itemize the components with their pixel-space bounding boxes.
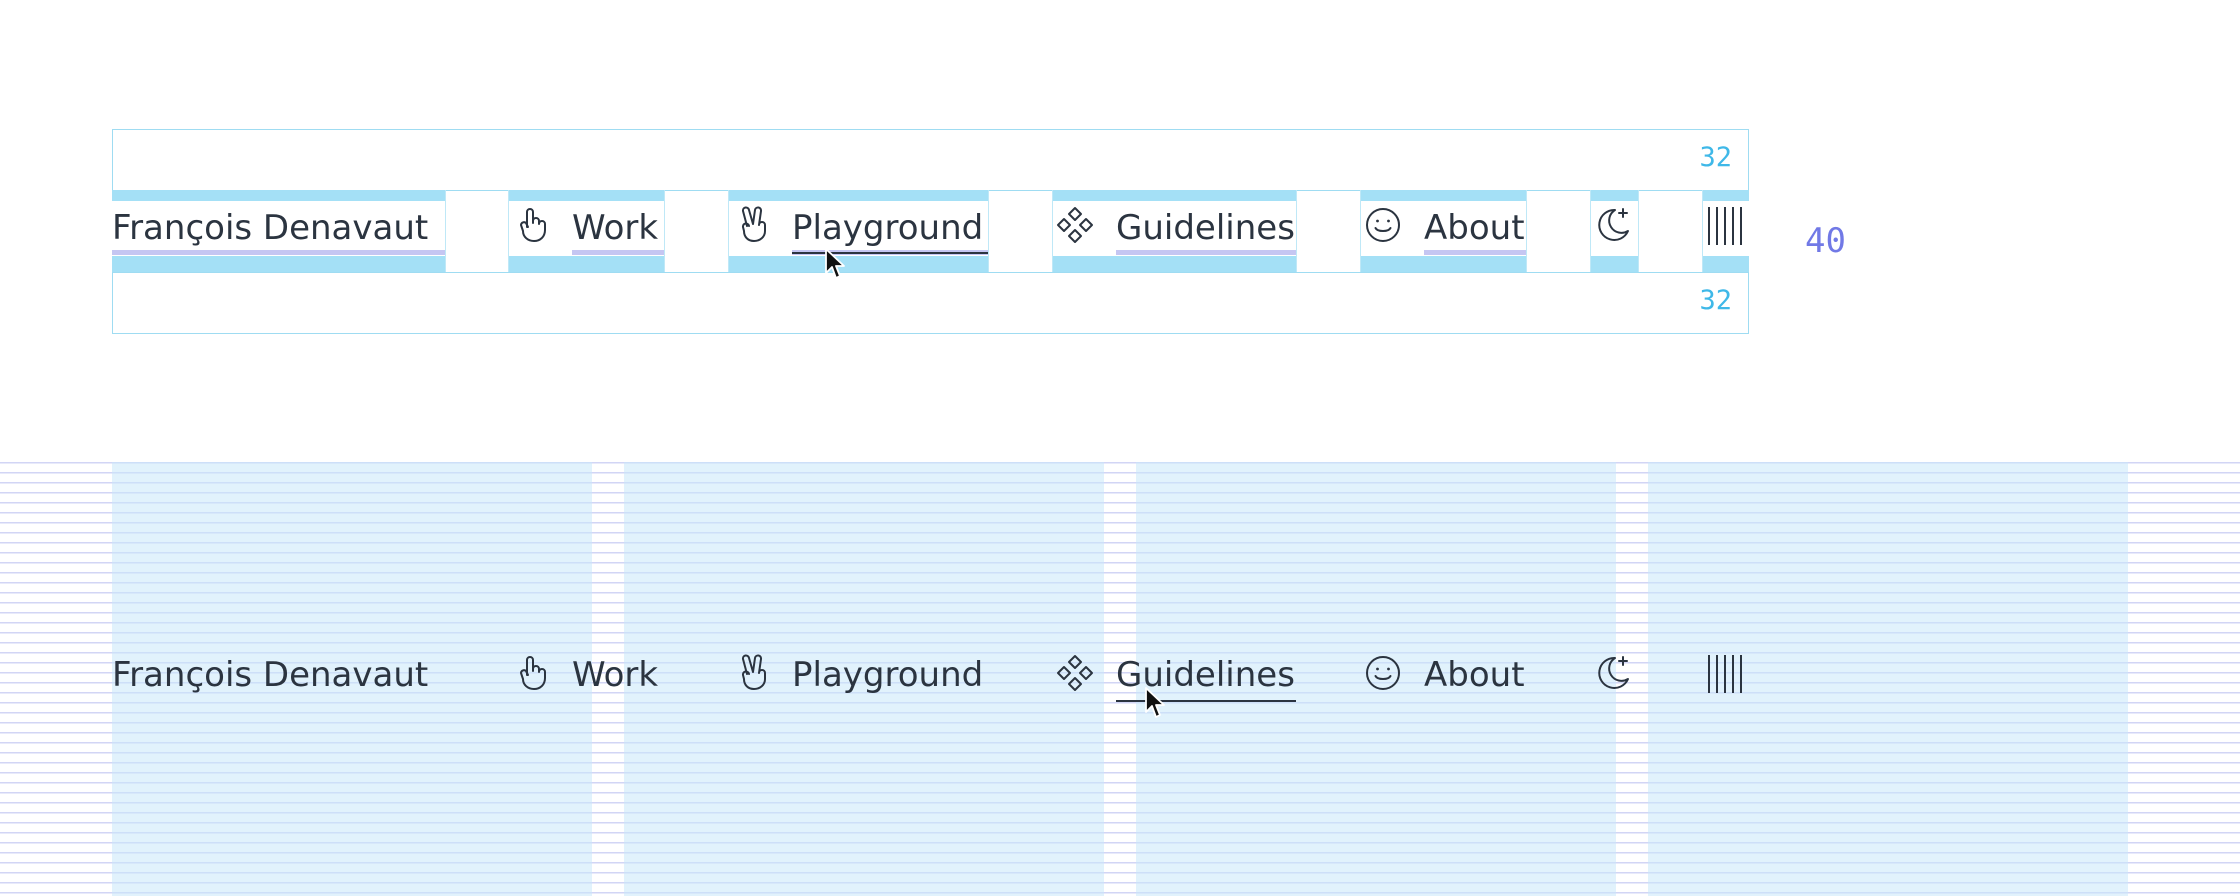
spacing-band <box>1702 256 1749 272</box>
hover-underline <box>792 252 988 254</box>
spacing-band <box>1590 190 1638 201</box>
gap-marker <box>1702 190 1703 272</box>
nav-item-about[interactable]: About <box>1424 655 1525 695</box>
barcode-lines-icon[interactable] <box>1706 205 1746 245</box>
hand-pointing-icon <box>513 653 553 693</box>
moon-plus-icon[interactable] <box>1594 653 1634 693</box>
spacing-band <box>1702 190 1749 201</box>
nav-item-about[interactable]: About <box>1424 208 1525 248</box>
nav-item-work[interactable]: Work <box>572 208 658 248</box>
spacing-band <box>1360 256 1526 272</box>
spacing-band <box>112 190 445 201</box>
brand-link[interactable]: François Denavaut <box>112 655 428 695</box>
spacing-band <box>1052 190 1296 201</box>
gap-marker <box>1526 190 1527 272</box>
spacing-band <box>508 256 664 272</box>
spacing-band <box>112 256 445 272</box>
mouse-cursor <box>825 248 845 279</box>
underline-spacing <box>112 250 445 255</box>
spacing-band <box>728 256 988 272</box>
gap-marker <box>664 190 665 272</box>
hand-peace-icon <box>733 653 773 693</box>
gap-marker <box>445 190 446 272</box>
hover-underline <box>1116 700 1296 702</box>
gap-marker <box>1296 190 1297 272</box>
gap-marker <box>508 190 509 272</box>
padding-bottom-value: 32 <box>1699 285 1732 316</box>
spacing-band <box>1052 256 1296 272</box>
padding-top-value: 32 <box>1699 142 1732 173</box>
gap-marker <box>728 190 729 272</box>
smiley-icon <box>1363 653 1403 693</box>
hand-pointing-icon <box>513 205 553 245</box>
gap-marker <box>988 190 989 272</box>
component-diamonds-icon <box>1055 653 1095 693</box>
gap-marker <box>1360 190 1361 272</box>
underline-spacing <box>1116 250 1296 255</box>
padding-bottom-box: 32 <box>112 272 1749 334</box>
spacing-band <box>1360 190 1526 201</box>
nav-item-guidelines[interactable]: Guidelines <box>1116 208 1295 248</box>
spacing-band <box>1590 256 1638 272</box>
nav-height-value: 40 <box>1805 221 1846 261</box>
nav-item-playground[interactable]: Playground <box>792 655 983 695</box>
nav-item-guidelines[interactable]: Guidelines <box>1116 655 1295 695</box>
nav-item-work[interactable]: Work <box>572 655 658 695</box>
underline-spacing <box>1424 250 1526 255</box>
moon-plus-icon[interactable] <box>1594 205 1634 245</box>
hand-peace-icon <box>733 205 773 245</box>
nav-item-playground[interactable]: Playground <box>792 208 983 248</box>
gap-marker <box>1590 190 1591 272</box>
component-diamonds-icon <box>1055 205 1095 245</box>
spacing-band <box>728 190 988 201</box>
smiley-icon <box>1363 205 1403 245</box>
barcode-lines-icon[interactable] <box>1706 653 1746 693</box>
brand-link[interactable]: François Denavaut <box>112 208 428 248</box>
mouse-cursor <box>1145 687 1165 718</box>
gap-marker <box>1638 190 1639 272</box>
padding-top-box: 32 <box>112 129 1749 191</box>
gap-marker <box>1052 190 1053 272</box>
spacing-band <box>508 190 664 201</box>
underline-spacing <box>572 250 664 255</box>
